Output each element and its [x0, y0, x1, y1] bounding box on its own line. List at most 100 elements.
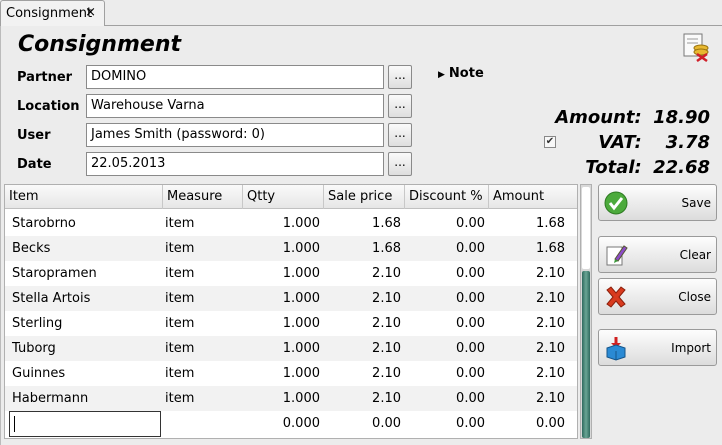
- table-row[interactable]: Staropramen item 1.000 2.10 0.00 2.10: [5, 261, 577, 286]
- grand-total: Total: 22.68: [585, 157, 710, 178]
- total-value: 22.68: [653, 157, 710, 178]
- cell-amount: 2.10: [536, 391, 565, 406]
- cell-item: Staropramen: [12, 266, 97, 281]
- vat-checkbox[interactable]: ✔: [544, 136, 556, 148]
- cell-qtty: 1.000: [282, 316, 320, 331]
- cell-sale-price: 2.10: [372, 266, 401, 281]
- date-label: Date: [17, 157, 52, 172]
- user-label: User: [17, 128, 51, 143]
- cell-amount: 2.10: [536, 266, 565, 281]
- cell-item: Habermann: [12, 391, 89, 406]
- column-header-item[interactable]: Item: [5, 185, 163, 209]
- column-header-measure[interactable]: Measure: [163, 185, 243, 209]
- checkmark-icon: [604, 191, 628, 215]
- table-row[interactable]: Sterling item 1.000 2.10 0.00 2.10: [5, 311, 577, 336]
- location-browse-button[interactable]: ...: [388, 94, 412, 118]
- cell-item: Sterling: [12, 316, 63, 331]
- scrollbar-thumb[interactable]: [582, 271, 590, 438]
- table-row[interactable]: Becks item 1.000 1.68 0.00 1.68: [5, 236, 577, 261]
- tab-consignment[interactable]: Consignment ×: [0, 0, 105, 27]
- cell-item: Tuborg: [12, 341, 56, 356]
- eraser-page-icon: [606, 245, 628, 266]
- cell-item: Stella Artois: [12, 291, 91, 306]
- cell-qtty: 1.000: [282, 266, 320, 281]
- close-button[interactable]: Close: [598, 278, 717, 315]
- amount-value: 18.90: [653, 107, 710, 128]
- partner-label: Partner: [17, 70, 73, 85]
- cell-qtty: 1.000: [282, 366, 320, 381]
- clear-button[interactable]: Clear: [598, 236, 717, 273]
- close-tab-icon[interactable]: ×: [85, 5, 96, 20]
- close-label: Close: [678, 290, 711, 304]
- cell-measure: item: [165, 241, 195, 256]
- new-row-price: 0.00: [372, 416, 401, 431]
- import-label: Import: [671, 341, 711, 355]
- column-header-qtty[interactable]: Qtty: [243, 185, 324, 209]
- cell-qtty: 1.000: [282, 341, 320, 356]
- vat-total: VAT: 3.78: [598, 132, 710, 153]
- expander-triangle-icon: ▶: [438, 70, 445, 80]
- cell-sale-price: 2.10: [372, 291, 401, 306]
- cell-measure: item: [165, 366, 195, 381]
- import-box-icon: [606, 337, 626, 361]
- cell-measure: item: [165, 341, 195, 356]
- cell-measure: item: [165, 391, 195, 406]
- cell-qtty: 1.000: [282, 241, 320, 256]
- date-field[interactable]: 22.05.2013: [86, 152, 384, 176]
- cell-amount: 1.68: [536, 216, 565, 231]
- cell-qtty: 1.000: [282, 216, 320, 231]
- document-coins-icon: [683, 33, 709, 62]
- table-row[interactable]: Habermann item 1.000 2.10 0.00 2.10: [5, 386, 577, 411]
- table-scrollbar[interactable]: [580, 184, 592, 439]
- red-x-icon: [606, 286, 626, 308]
- tab-label: Consignment: [6, 6, 93, 21]
- user-browse-button[interactable]: ...: [388, 123, 412, 147]
- column-header-amount[interactable]: Amount: [489, 185, 577, 209]
- scrollbar-track[interactable]: [582, 187, 590, 269]
- cell-sale-price: 2.10: [372, 316, 401, 331]
- cell-sale-price: 2.10: [372, 391, 401, 406]
- note-expander[interactable]: ▶ Note: [438, 66, 484, 81]
- cell-amount: 2.10: [536, 316, 565, 331]
- clear-label: Clear: [679, 248, 711, 262]
- cell-amount: 2.10: [536, 291, 565, 306]
- cell-measure: item: [165, 216, 195, 231]
- cell-sale-price: 2.10: [372, 366, 401, 381]
- cell-item: Guinnes: [12, 366, 66, 381]
- cell-qtty: 1.000: [282, 291, 320, 306]
- user-field[interactable]: James Smith (password: 0): [86, 123, 384, 147]
- table-row[interactable]: Guinnes item 1.000 2.10 0.00 2.10: [5, 361, 577, 386]
- partner-browse-button[interactable]: ...: [388, 65, 412, 89]
- cell-amount: 1.68: [536, 241, 565, 256]
- column-header-discount[interactable]: Discount %: [405, 185, 489, 209]
- page-title: Consignment: [18, 32, 181, 57]
- save-label: Save: [681, 196, 711, 210]
- items-table: Item Measure Qtty Sale price Discount % …: [4, 184, 578, 439]
- cell-discount: 0.00: [456, 241, 485, 256]
- text-caret: [14, 416, 15, 432]
- date-browse-button[interactable]: ...: [388, 152, 412, 176]
- table-row[interactable]: Stella Artois item 1.000 2.10 0.00 2.10: [5, 286, 577, 311]
- amount-label: Amount:: [555, 107, 642, 128]
- item-edit-input[interactable]: [9, 411, 161, 437]
- cell-discount: 0.00: [456, 216, 485, 231]
- amount-total: Amount: 18.90: [555, 107, 710, 128]
- import-button[interactable]: Import: [598, 329, 717, 366]
- location-label: Location: [17, 99, 80, 114]
- partner-field[interactable]: DOMINO: [86, 65, 384, 89]
- cell-discount: 0.00: [456, 341, 485, 356]
- table-row[interactable]: Tuborg item 1.000 2.10 0.00 2.10: [5, 336, 577, 361]
- column-header-sale-price[interactable]: Sale price: [324, 185, 405, 209]
- total-label: Total:: [585, 157, 642, 178]
- note-label: Note: [448, 66, 484, 81]
- location-field[interactable]: Warehouse Varna: [86, 94, 384, 118]
- vat-value: 3.78: [665, 132, 710, 153]
- cell-measure: item: [165, 291, 195, 306]
- cell-discount: 0.00: [456, 366, 485, 381]
- cell-item: Starobrno: [12, 216, 76, 231]
- cell-measure: item: [165, 266, 195, 281]
- vat-label: VAT:: [598, 132, 642, 153]
- table-row[interactable]: Starobrno item 1.000 1.68 0.00 1.68: [5, 211, 577, 236]
- save-button[interactable]: Save: [598, 184, 717, 221]
- cell-item: Becks: [12, 241, 51, 256]
